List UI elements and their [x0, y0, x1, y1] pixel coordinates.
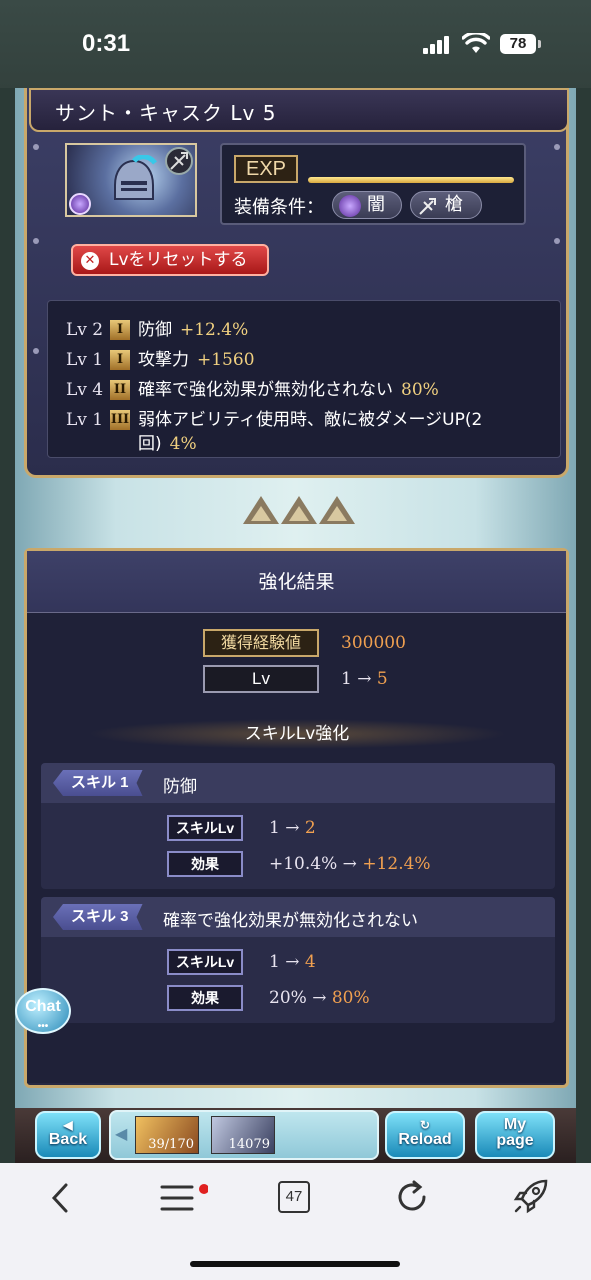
effect-chip: 効果 — [167, 851, 243, 877]
status-strip: ◀ 39/170 14079 — [109, 1110, 379, 1160]
cellular-signal-icon — [423, 36, 453, 54]
rank-triangles — [243, 496, 355, 526]
skill-lv-chip: スキルLv — [167, 815, 243, 841]
chat-button[interactable]: Chat ••• — [15, 988, 71, 1034]
spear-type-icon — [165, 147, 193, 175]
wifi-icon — [462, 33, 490, 53]
mypage-button[interactable]: My page — [475, 1111, 555, 1159]
chevron-left-icon[interactable]: ◀ — [115, 1124, 127, 1143]
skill-row: Lv 1 III 弱体アビリティ使用時、敵に被ダメージUP(2 — [66, 410, 483, 430]
skill-tag: スキル 1 — [53, 770, 143, 796]
battery-indicator: 78 — [500, 34, 541, 54]
spear-icon — [417, 195, 439, 217]
upgrade-result-panel: 強化結果 獲得経験値 300000 Lv 1 → 5 スキルLv強化 スキル 1… — [24, 548, 569, 1088]
effect-change: +10.4% → +12.4% — [269, 854, 431, 874]
weapon-name-bar: サント・キャスク Lv 5 — [29, 88, 569, 132]
skill-lv-change: 1 → 4 — [269, 952, 316, 972]
skill-name: 確率で強化効果が無効化されない — [163, 911, 418, 931]
result-title: 強化結果 — [258, 571, 335, 593]
battle-points-thumb[interactable]: 14079 — [211, 1116, 275, 1154]
status-bar: 0:31 78 — [0, 0, 591, 88]
weapon-image[interactable] — [65, 143, 197, 217]
menu-icon[interactable] — [158, 1181, 208, 1215]
skill-lv-chip: スキルLv — [167, 949, 243, 975]
exp-label: EXP — [234, 155, 298, 183]
stamina-thumb[interactable]: 39/170 — [135, 1116, 199, 1154]
skill-up-title: スキルLv強化 — [87, 719, 507, 749]
skill-name: 防御 — [163, 777, 197, 797]
skill-result-card: スキル 1 防御 スキルLv 1 → 2 効果 +10.4% → +12.4% — [41, 763, 555, 889]
lv-label: Lv — [203, 665, 319, 693]
equip-element-chip: 闇 — [332, 191, 402, 219]
skill-row: Lv 4 II 確率で強化効果が無効化されない 80% — [66, 380, 439, 400]
game-nav-bar: ◀ Back ◀ 39/170 14079 ↻ Reload My page — [15, 1108, 576, 1163]
skill-tag: スキル 3 — [53, 904, 143, 930]
clock: 0:31 — [82, 30, 131, 57]
helmet-icon — [114, 155, 157, 200]
dark-element-icon — [339, 195, 361, 217]
weapon-card: サント・キャスク Lv 5 EXP 装備条件： 闇 槍 ✕ Lvをリセットする … — [24, 88, 569, 478]
weapon-name: サント・キャスク Lv 5 — [55, 101, 277, 125]
skill-row: Lv 2 I 防御 +12.4% — [66, 320, 249, 340]
reload-button[interactable]: ↻ Reload — [385, 1111, 465, 1159]
skill-row-continued: 回) 4% — [138, 434, 197, 454]
back-button[interactable]: ◀ Back — [35, 1111, 101, 1159]
skill-row: Lv 1 I 攻撃力 +1560 — [66, 350, 255, 370]
rocket-icon[interactable] — [512, 1177, 550, 1215]
effect-chip: 効果 — [167, 985, 243, 1011]
exp-gain-label: 獲得経験値 — [203, 629, 319, 657]
effect-change: 20% → 80% — [269, 988, 370, 1008]
back-chevron-icon[interactable] — [48, 1181, 72, 1215]
equip-condition-label: 装備条件： — [234, 197, 324, 218]
game-view: サント・キャスク Lv 5 EXP 装備条件： 闇 槍 ✕ Lvをリセットする … — [15, 88, 576, 1163]
result-body: 獲得経験値 300000 Lv 1 → 5 スキルLv強化 スキル 1 防御 ス… — [27, 613, 566, 1083]
reload-icon: ↻ — [419, 1118, 431, 1132]
tabs-button[interactable]: 47 — [278, 1181, 310, 1213]
exp-bar — [308, 177, 514, 183]
equip-type-chip: 槍 — [410, 191, 482, 219]
lv-change: 1 → 5 — [341, 669, 388, 689]
back-arrow-icon: ◀ — [63, 1118, 73, 1132]
skill-result-card: スキル 3 確率で強化効果が無効化されない スキルLv 1 → 4 効果 20%… — [41, 897, 555, 1023]
close-circle-icon: ✕ — [81, 252, 99, 270]
exp-panel: EXP 装備条件： 闇 槍 — [220, 143, 526, 225]
reload-icon[interactable] — [394, 1179, 430, 1215]
weapon-skills-list: Lv 2 I 防御 +12.4% Lv 1 I 攻撃力 +1560 Lv 4 II 確率で強化効… — [47, 300, 561, 458]
skill-lv-change: 1 → 2 — [269, 818, 316, 838]
exp-gain-value: 300000 — [341, 633, 406, 653]
result-header: 強化結果 — [27, 551, 566, 613]
reset-level-button[interactable]: ✕ Lvをリセットする — [71, 244, 269, 276]
home-indicator[interactable] — [190, 1261, 400, 1267]
dark-element-icon — [69, 193, 91, 215]
